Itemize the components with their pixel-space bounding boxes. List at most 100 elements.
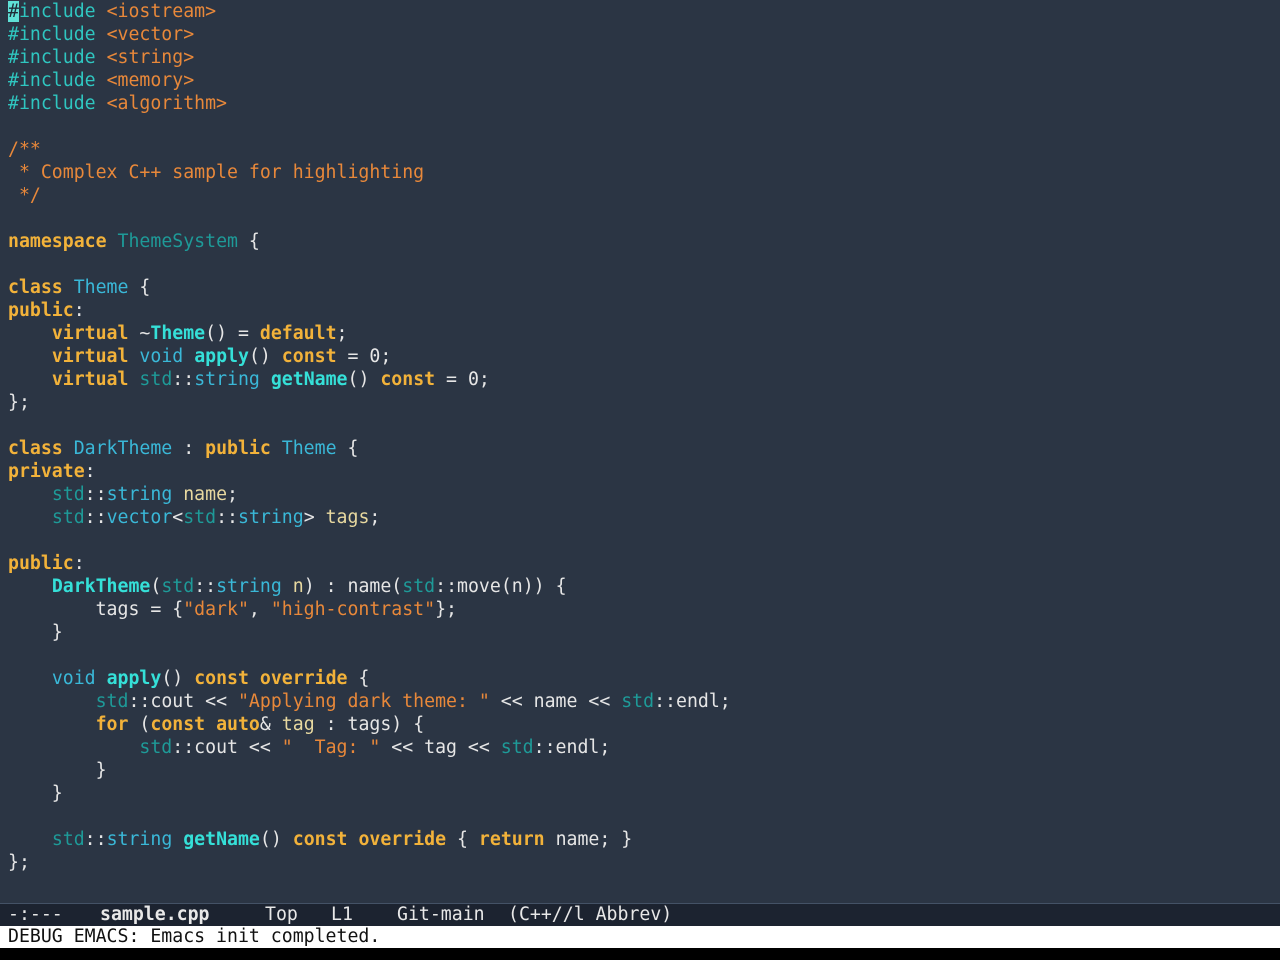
- code-line[interactable]: [8, 529, 731, 552]
- code-token: };: [435, 599, 457, 620]
- code-token: ::move(n)) {: [435, 576, 567, 597]
- code-token: std: [51, 829, 85, 850]
- code-line[interactable]: std::string name;: [8, 483, 731, 506]
- modeline-vc-branch[interactable]: Git-main: [397, 904, 485, 926]
- code-token: ::cout <<: [172, 737, 282, 758]
- modeline-status: -:---: [8, 904, 63, 925]
- code-token: {: [128, 277, 151, 298]
- code-line[interactable]: #include <string>: [8, 46, 731, 69]
- code-line[interactable]: [8, 414, 731, 437]
- code-token: >: [303, 507, 326, 528]
- code-line[interactable]: std::cout << "Applying dark theme: " << …: [8, 690, 731, 713]
- modeline-major-mode[interactable]: (C++//l Abbrev): [508, 904, 672, 926]
- code-line[interactable]: std::vector<std::string> tags;: [8, 506, 731, 529]
- code-token: << name <<: [489, 691, 622, 712]
- text-cursor: #: [8, 1, 19, 22]
- code-token: std: [161, 576, 195, 597]
- code-line[interactable]: std::cout << " Tag: " << tag << std::end…: [8, 736, 731, 759]
- code-line[interactable]: tags = {"dark", "high-contrast"};: [8, 598, 731, 621]
- code-line[interactable]: public:: [8, 552, 731, 575]
- code-token: private: [8, 461, 85, 482]
- code-line[interactable]: #include <vector>: [8, 23, 731, 46]
- code-token: class: [8, 438, 63, 459]
- emacs-frame: #include <iostream> #include <vector> #inc…: [0, 0, 1280, 960]
- code-token: };: [8, 852, 30, 873]
- code-token: const: [194, 668, 249, 689]
- code-line[interactable]: */: [8, 184, 731, 207]
- code-line[interactable]: virtual std::string getName() const = 0;: [8, 368, 731, 391]
- code-line[interactable]: * Complex C++ sample for highlighting: [8, 161, 731, 184]
- code-line[interactable]: [8, 253, 731, 276]
- code-token: ) : name(: [303, 576, 403, 597]
- code-token: :: [84, 461, 96, 482]
- code-line[interactable]: virtual ~Theme() = default;: [8, 322, 731, 345]
- code-token: const: [150, 714, 206, 735]
- code-token: apply: [106, 668, 162, 689]
- code-token: const: [380, 369, 436, 390]
- code-line[interactable]: };: [8, 391, 731, 414]
- code-token: string: [106, 829, 173, 850]
- code-token: (): [161, 668, 195, 689]
- code-token: }: [8, 622, 63, 643]
- code-line[interactable]: class DarkTheme : public Theme {: [8, 437, 731, 460]
- code-token: #include: [8, 24, 96, 45]
- code-token: (): [347, 369, 381, 390]
- code-line[interactable]: void apply() const override {: [8, 667, 731, 690]
- modeline-buffer-name[interactable]: sample.cpp: [100, 904, 210, 926]
- code-token: auto: [216, 714, 260, 735]
- code-line[interactable]: class Theme {: [8, 276, 731, 299]
- code-token: }: [8, 783, 63, 804]
- code-line[interactable]: DarkTheme(std::string n) : name(std::mov…: [8, 575, 731, 598]
- code-line[interactable]: private:: [8, 460, 731, 483]
- code-token: ThemeSystem: [117, 231, 238, 252]
- code-line[interactable]: };: [8, 851, 731, 874]
- code-token: << tag <<: [380, 737, 501, 758]
- code-token: ::endl;: [533, 737, 611, 758]
- code-token: DarkTheme: [51, 576, 151, 597]
- code-token: :: [172, 438, 206, 459]
- code-line[interactable]: }: [8, 782, 731, 805]
- code-line[interactable]: }: [8, 621, 731, 644]
- code-token: void: [139, 346, 184, 367]
- code-line[interactable]: virtual void apply() const = 0;: [8, 345, 731, 368]
- code-token: "high-contrast": [270, 599, 436, 620]
- code-token: ::: [194, 576, 217, 597]
- code-line[interactable]: public:: [8, 299, 731, 322]
- code-token: for: [95, 714, 129, 735]
- code-line[interactable]: [8, 115, 731, 138]
- modeline-line-number: L1: [331, 904, 353, 925]
- code-token: ::: [84, 829, 107, 850]
- code-line[interactable]: }: [8, 759, 731, 782]
- code-line[interactable]: #include <memory>: [8, 69, 731, 92]
- code-line[interactable]: [8, 644, 731, 667]
- code-line[interactable]: [8, 805, 731, 828]
- code-line[interactable]: #include <algorithm>: [8, 92, 731, 115]
- code-line[interactable]: #include <iostream>: [8, 0, 731, 23]
- code-line[interactable]: namespace ThemeSystem {: [8, 230, 731, 253]
- code-token: (: [128, 714, 151, 735]
- code-line[interactable]: std::string getName() const override { r…: [8, 828, 731, 851]
- code-line[interactable]: [8, 207, 731, 230]
- code-token: std: [183, 507, 217, 528]
- code-line[interactable]: for (const auto& tag : tags) {: [8, 713, 731, 736]
- code-token: /**: [8, 139, 41, 160]
- code-token: " Tag: ": [281, 737, 381, 758]
- code-line[interactable]: /**: [8, 138, 731, 161]
- code-buffer[interactable]: #include <iostream> #include <vector> #inc…: [8, 0, 731, 874]
- code-token: #include: [8, 70, 96, 91]
- code-token: :: [73, 300, 85, 321]
- mode-line[interactable]: -:--- sample.cpp Top L1 Git-main (C++//l…: [0, 903, 1280, 926]
- code-token: tags: [325, 507, 370, 528]
- code-token: <string>: [106, 47, 195, 68]
- code-editor[interactable]: #include <iostream> #include <vector> #inc…: [0, 0, 1280, 903]
- code-token: ;: [227, 484, 238, 505]
